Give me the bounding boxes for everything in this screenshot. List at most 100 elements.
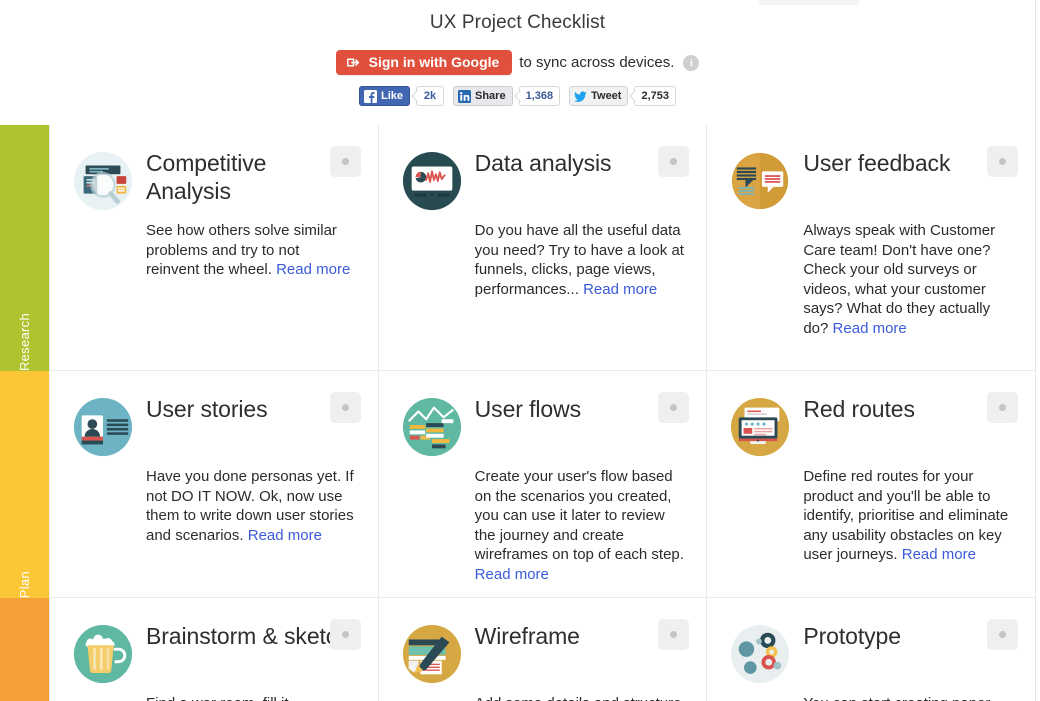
card-description: Find a war room, fill it: [146, 694, 356, 701]
card-competitive-analysis[interactable]: Competitive Analysis See how others solv…: [50, 125, 379, 370]
card-checkbox[interactable]: [330, 392, 361, 423]
card-description-text: Create your user's flow based on the sce…: [475, 468, 684, 563]
twitter-icon: [574, 90, 587, 103]
card-user-stories[interactable]: User stories Have you done personas yet.…: [50, 371, 379, 597]
card-brainstorm-sketch[interactable]: Brainstorm & sketch Find a war room, fil…: [50, 598, 379, 701]
card-description-text: Find a war room, fill it: [146, 695, 289, 701]
card-prototype[interactable]: Prototype You can start creating paper p…: [707, 598, 1035, 701]
card-red-routes[interactable]: Red routes Define red routes for your pr…: [707, 371, 1035, 597]
card-header: Data analysis: [401, 147, 685, 212]
card-description: You can start creating paper prototypes …: [803, 694, 1013, 701]
checkbox-dot-icon: [670, 158, 677, 165]
checklist-row: User stories Have you done personas yet.…: [50, 371, 1035, 598]
read-more-link[interactable]: Read more: [248, 527, 322, 544]
linkedin-share-count[interactable]: 1,368: [519, 86, 561, 106]
card-checkbox[interactable]: [987, 392, 1018, 423]
sidebar-section-research-label: Research: [17, 299, 32, 371]
card-title: User flows: [475, 393, 685, 423]
twitter-tweet-label: Tweet: [591, 91, 621, 102]
card-title: User feedback: [803, 147, 1013, 177]
linkedin-share-label: Share: [475, 91, 506, 102]
page-header: UX Project Checklist Sign in with Google…: [0, 0, 1036, 125]
checkbox-dot-icon: [999, 631, 1006, 638]
card-description: See how others solve similar problems an…: [146, 221, 356, 280]
card-title: Brainstorm & sketch: [146, 620, 356, 650]
card-wireframe[interactable]: Wireframe Add some details and structure…: [379, 598, 708, 701]
category-sidebar: Research Plan: [0, 125, 49, 701]
checkbox-dot-icon: [670, 631, 677, 638]
checklist-row: Competitive Analysis See how others solv…: [50, 125, 1035, 371]
checklist-grid: Competitive Analysis See how others solv…: [49, 125, 1036, 701]
card-description: Create your user's flow based on the sce…: [475, 467, 685, 584]
card-description: Have you done personas yet. If not DO IT…: [146, 467, 356, 545]
card-user-flows[interactable]: User flows Create your user's flow based…: [379, 371, 708, 597]
signin-row: Sign in with Google to sync across devic…: [0, 50, 1035, 75]
card-header: User flows: [401, 393, 685, 458]
competitive-analysis-icon: [72, 150, 134, 212]
checkbox-dot-icon: [342, 404, 349, 411]
card-description-text: You can start creating paper prototypes …: [803, 695, 990, 701]
checklist-row: Brainstorm & sketch Find a war room, fil…: [50, 598, 1035, 701]
card-description: Do you have all the useful data you need…: [475, 221, 685, 299]
sign-in-label: Sign in with Google: [369, 55, 500, 69]
checkbox-dot-icon: [999, 158, 1006, 165]
read-more-link[interactable]: Read more: [583, 281, 657, 298]
red-routes-icon: [729, 396, 791, 458]
user-feedback-icon: [729, 150, 791, 212]
linkedin-icon: [458, 90, 471, 103]
card-header: User stories: [72, 393, 356, 458]
checkbox-dot-icon: [999, 404, 1006, 411]
user-flows-icon: [401, 396, 463, 458]
facebook-icon: [364, 90, 377, 103]
card-data-analysis[interactable]: Data analysis Do you have all the useful…: [379, 125, 708, 370]
sync-text: to sync across devices.: [519, 54, 674, 71]
facebook-like-label: Like: [381, 91, 403, 102]
signin-arrow-icon: [347, 56, 360, 69]
card-user-feedback[interactable]: User feedback Always speak with Customer…: [707, 125, 1035, 370]
sidebar-section-plan-label: Plan: [17, 557, 32, 598]
top-ghost-element: [759, 0, 859, 5]
wireframe-icon: [401, 623, 463, 685]
checkbox-dot-icon: [670, 404, 677, 411]
social-share-row: Like 2k Share 1,368 Tweet: [0, 86, 1035, 106]
sidebar-section-next[interactable]: [0, 598, 49, 701]
card-description: Always speak with Customer Care team! Do…: [803, 221, 1013, 338]
card-title: Red routes: [803, 393, 1013, 423]
sidebar-section-plan[interactable]: Plan: [0, 371, 49, 598]
card-title: Prototype: [803, 620, 1013, 650]
card-checkbox[interactable]: [658, 146, 689, 177]
card-checkbox[interactable]: [987, 619, 1018, 650]
brainstorm-sketch-icon: [72, 623, 134, 685]
read-more-link[interactable]: Read more: [276, 261, 350, 278]
sidebar-section-research[interactable]: Research: [0, 125, 49, 371]
page-title: UX Project Checklist: [0, 12, 1035, 34]
card-title: Wireframe: [475, 620, 685, 650]
card-description: Add some details and structure to your i…: [475, 694, 685, 701]
prototype-icon: [729, 623, 791, 685]
card-header: Prototype: [729, 620, 1013, 685]
card-checkbox[interactable]: [658, 619, 689, 650]
twitter-tweet-count[interactable]: 2,753: [634, 86, 676, 106]
card-checkbox[interactable]: [658, 392, 689, 423]
read-more-link[interactable]: Read more: [902, 546, 976, 563]
linkedin-share-button[interactable]: Share: [453, 86, 513, 106]
user-stories-icon: [72, 396, 134, 458]
twitter-tweet-button[interactable]: Tweet: [569, 86, 628, 106]
card-checkbox[interactable]: [330, 146, 361, 177]
read-more-link[interactable]: Read more: [833, 320, 907, 337]
info-icon[interactable]: i: [683, 55, 699, 71]
read-more-link[interactable]: Read more: [475, 566, 549, 583]
checkbox-dot-icon: [342, 631, 349, 638]
card-description-text: Add some details and structure to your i…: [475, 695, 682, 701]
card-checkbox[interactable]: [987, 146, 1018, 177]
linkedin-share-group: Share 1,368: [453, 86, 560, 106]
sign-in-with-google-button[interactable]: Sign in with Google: [336, 50, 513, 75]
checkbox-dot-icon: [342, 158, 349, 165]
card-checkbox[interactable]: [330, 619, 361, 650]
facebook-like-button[interactable]: Like: [359, 86, 410, 106]
card-description: Define red routes for your product and y…: [803, 467, 1013, 565]
card-title: User stories: [146, 393, 356, 423]
twitter-share-group: Tweet 2,753: [569, 86, 676, 106]
facebook-like-count[interactable]: 2k: [416, 86, 444, 106]
card-header: Red routes: [729, 393, 1013, 458]
